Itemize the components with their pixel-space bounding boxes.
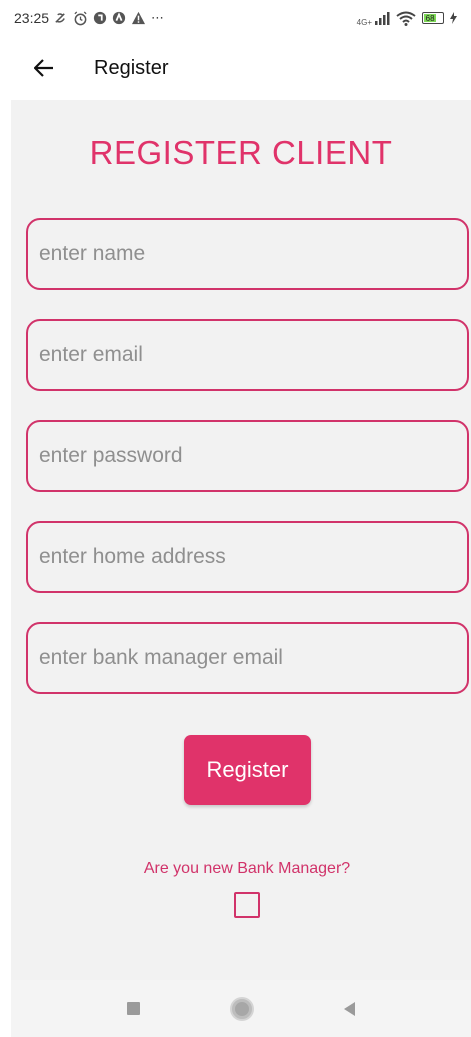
status-bar: 23:25 ⋯ 4G+ 68 [0,0,471,36]
data-saver-off-icon [55,12,65,23]
alarm-clock-icon [74,10,87,25]
app-bar-title: Register [94,56,169,79]
home-address-field[interactable] [26,521,469,593]
home-address-input[interactable] [39,545,467,569]
email-field[interactable] [26,319,469,391]
app-notification-icon [93,11,107,25]
email-input[interactable] [39,343,467,367]
name-field[interactable] [26,218,469,290]
network-type-label: 4G+ [356,18,372,27]
more-notifications-icon: ⋯ [151,10,165,25]
name-input[interactable] [39,242,467,266]
system-back-button[interactable] [344,1001,355,1016]
battery-level: 68 [424,13,437,23]
recent-apps-button[interactable] [127,1002,140,1015]
status-time: 23:25 [14,10,50,26]
battery-icon: 68 [422,12,444,24]
system-nav-bar [11,980,471,1037]
register-form: REGISTER CLIENT Register Are you new Ban… [11,100,471,980]
signal-icon [375,12,390,25]
password-field[interactable] [26,420,469,492]
status-system-icons: 4G+ 68 [357,9,457,27]
warning-icon [132,11,146,25]
app-bar: Register [0,36,471,100]
app-notification-icon-2 [112,11,126,25]
back-arrow-icon [34,59,53,77]
password-input[interactable] [39,444,467,468]
charging-icon [450,12,457,24]
page-title: REGISTER CLIENT [89,134,393,171]
register-button[interactable]: Register [184,735,311,805]
bank-manager-email-input[interactable] [39,646,467,670]
back-button[interactable] [30,54,58,82]
bank-manager-checkbox[interactable] [234,892,260,918]
bank-manager-question: Are you new Bank Manager? [143,860,351,877]
home-button[interactable] [232,998,252,1019]
wifi-icon [396,11,416,26]
bank-manager-email-field[interactable] [26,622,469,694]
status-notification-icons: ⋯ [53,10,164,26]
